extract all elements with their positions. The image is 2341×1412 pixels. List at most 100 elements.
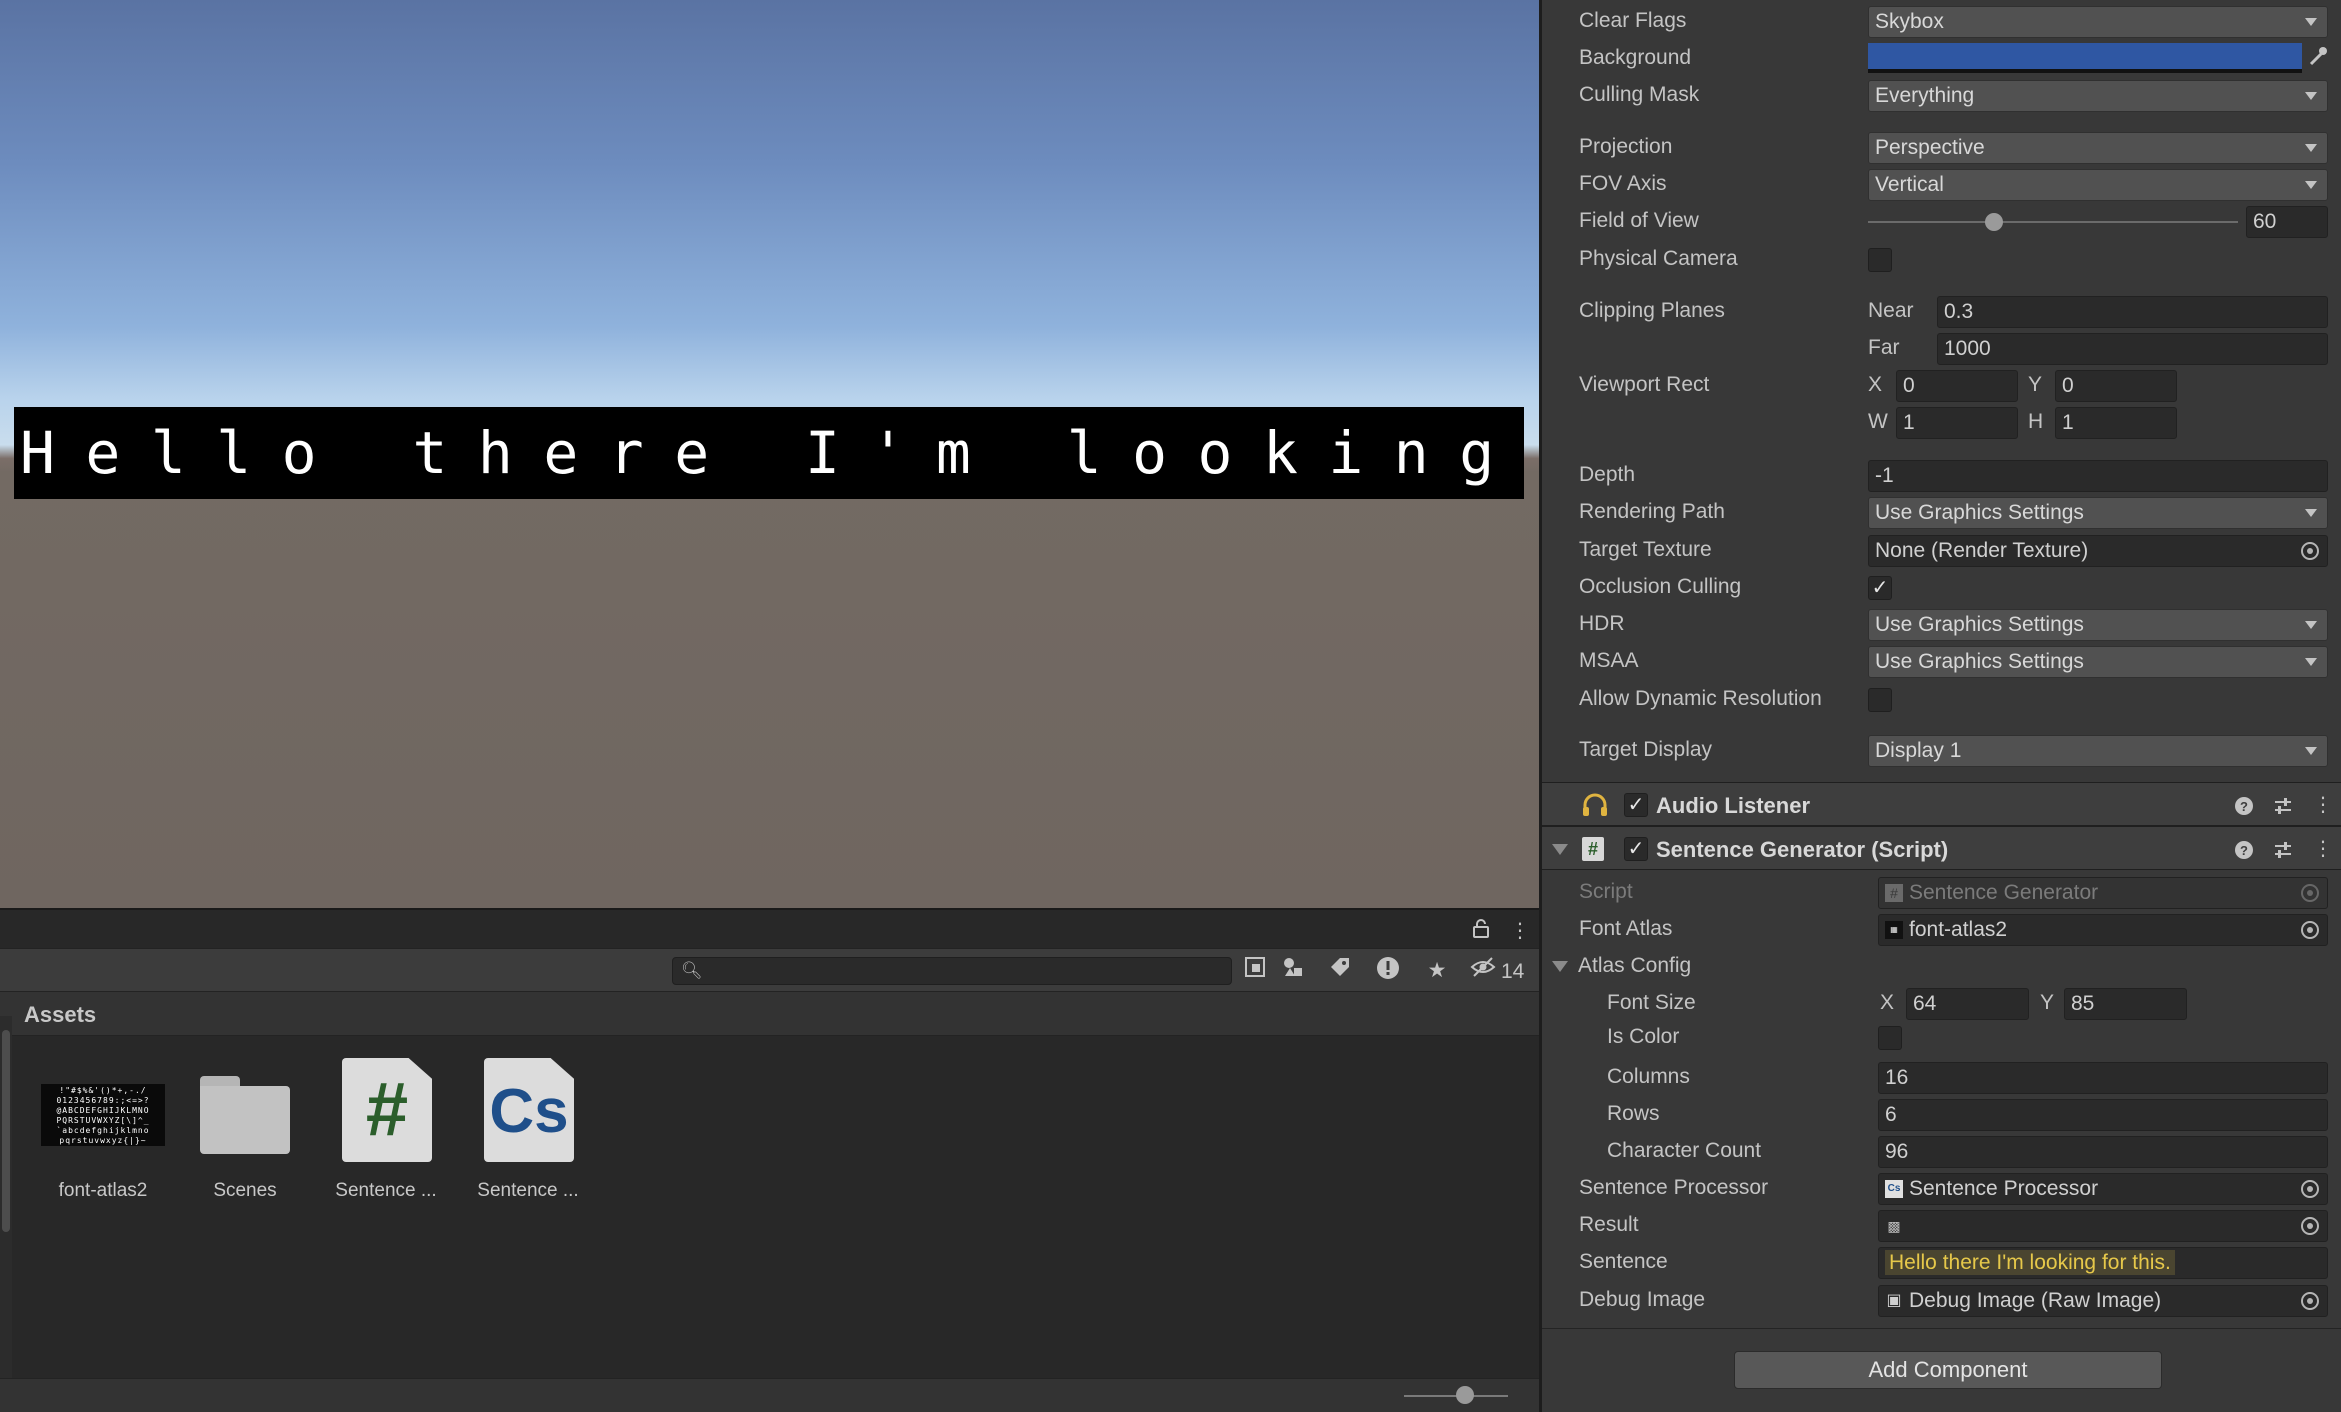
sentence-input[interactable]: Hello there I'm looking for this. [1878,1247,2328,1279]
viewport-x-input[interactable]: 0 [1896,370,2018,402]
search-input[interactable]: 🔍︎ [672,957,1232,985]
add-component-button[interactable]: Add Component [1734,1351,2162,1389]
object-picker-icon[interactable] [2301,921,2319,939]
help-icon[interactable]: ? [2234,838,2260,860]
kebab-menu-icon[interactable]: ⋮ [2313,838,2333,860]
scrollbar[interactable] [0,1016,12,1412]
far-input[interactable]: 1000 [1937,333,2328,365]
zoom-slider-knob[interactable] [1456,1386,1474,1404]
asset-scenes-folder[interactable]: Scenes [180,1058,310,1202]
columns-input[interactable]: 16 [1878,1062,2328,1094]
rows-input[interactable]: 6 [1878,1099,2328,1131]
projection-dropdown[interactable]: Perspective [1868,132,2328,164]
clipping-planes-label: Clipping Planes [1579,299,1725,322]
asset-font-atlas2[interactable]: !"#$%&'()*+,-./ 0123456789:;<=>? @ABCDEF… [38,1058,168,1202]
project-bottom-bar [0,1378,1539,1412]
viewport-h-input[interactable]: 1 [2055,407,2177,439]
game-view[interactable]: Hello there I'm looking for this. [0,0,1539,908]
msaa-dropdown[interactable]: Use Graphics Settings [1868,646,2328,678]
component-header-icons: ? ⋮ [2220,792,2333,817]
dropdown-value: Skybox [1875,10,1944,33]
fov-slider-track[interactable] [1868,221,2238,223]
help-icon[interactable]: ? [2234,794,2260,816]
target-display-dropdown[interactable]: Display 1 [1868,735,2328,767]
is-color-label: Is Color [1607,1025,1680,1048]
character-count-input[interactable]: 96 [1878,1136,2328,1168]
svg-text:?: ? [2240,843,2248,858]
sentence-processor-field[interactable]: Cs Sentence Processor [1878,1173,2328,1205]
raw-image-icon: ▣ [1886,1292,1902,1309]
presets-icon[interactable] [2273,838,2299,860]
sentence-processor-label: Sentence Processor [1579,1176,1769,1199]
hdr-row: HDR Use Graphics Settings [1542,605,2341,642]
rows-row: Rows 6 [1542,1095,2341,1132]
foldout-arrow-icon[interactable] [1552,844,1568,855]
rendering-path-label: Rendering Path [1579,500,1725,523]
filter-by-type-icon[interactable] [1275,956,1311,986]
script-field: # Sentence Generator [1878,877,2328,909]
occlusion-culling-checkbox[interactable]: ✓ [1868,576,1892,600]
target-texture-field[interactable]: None (Render Texture) [1868,535,2328,567]
asset-name: Sentence ... [477,1180,579,1201]
asset-sentence-script-2[interactable]: Cs Sentence ... [463,1058,593,1202]
audio-listener-enabled-checkbox[interactable]: ✓ [1624,793,1648,817]
asset-sentence-script-1[interactable]: # Sentence ... [321,1058,451,1202]
sentence-row: Sentence Hello there I'm looking for thi… [1542,1243,2341,1280]
scrollbar-thumb[interactable] [2,1030,10,1232]
font-atlas-field[interactable]: ▦ font-atlas2 [1878,914,2328,946]
sentence-generator-enabled-checkbox[interactable]: ✓ [1624,837,1648,861]
presets-icon[interactable] [2273,794,2299,816]
fov-axis-dropdown[interactable]: Vertical [1868,169,2328,201]
font-size-y-input[interactable]: 85 [2064,988,2187,1020]
viewport-y-input[interactable]: 0 [2055,370,2177,402]
atlas-config-row[interactable]: Atlas Config [1542,947,2341,984]
culling-mask-row: Culling Mask Everything [1542,76,2341,113]
viewport-rect-xy-row: Viewport Rect X 0 Y 0 [1542,366,2341,403]
sentence-label: Sentence [1579,1250,1668,1273]
is-color-checkbox[interactable] [1878,1026,1902,1050]
kebab-menu-icon[interactable]: ⋮ [2313,794,2333,816]
target-texture-row: Target Texture None (Render Texture) [1542,531,2341,568]
object-picker-icon[interactable] [2301,1292,2319,1310]
hdr-dropdown[interactable]: Use Graphics Settings [1868,609,2328,641]
font-size-row: Font Size X 64 Y 85 [1542,984,2341,1021]
lock-icon[interactable] [1472,918,1490,944]
texture-icon: ▦ [1885,921,1903,939]
object-picker-icon[interactable] [2301,1217,2319,1235]
chevron-down-icon [2305,144,2317,152]
result-label: Result [1579,1213,1639,1236]
object-picker-icon[interactable] [2301,542,2319,560]
culling-mask-dropdown[interactable]: Everything [1868,80,2328,112]
object-picker-icon[interactable] [2301,1180,2319,1198]
background-color-swatch[interactable] [1868,43,2302,73]
allow-dynamic-resolution-checkbox[interactable] [1868,688,1892,712]
foldout-arrow-icon[interactable] [1552,961,1568,972]
breadcrumb[interactable]: Assets [24,1002,96,1028]
audio-listener-header[interactable]: ✓ Audio Listener ? ⋮ [1542,782,2341,826]
debug-image-field[interactable]: ▣ Debug Image (Raw Image) [1878,1285,2328,1317]
chevron-down-icon [2305,747,2317,755]
asset-name: font-atlas2 [58,1180,148,1201]
folder-icon [197,1058,293,1164]
warning-icon[interactable] [1370,956,1406,986]
eyedropper-icon[interactable] [2308,45,2328,72]
near-input[interactable]: 0.3 [1937,296,2328,328]
depth-input[interactable]: -1 [1868,460,2328,492]
search-by-type-icon[interactable] [1237,956,1273,986]
field-of-view-input[interactable]: 60 [2246,206,2328,238]
favorite-star-icon[interactable]: ★ [1419,956,1455,986]
result-field[interactable]: ▩ [1878,1210,2328,1242]
hidden-packages-icon[interactable] [1465,956,1501,986]
script-row: Script # Sentence Generator [1542,873,2341,910]
label-tag-icon[interactable] [1322,956,1358,986]
kebab-menu-icon[interactable]: ⋮ [1510,918,1530,943]
component-header-icons: ? ⋮ [2220,836,2333,861]
font-size-x-input[interactable]: 64 [1906,988,2029,1020]
fov-slider-knob[interactable] [1984,213,2003,231]
debug-image-label: Debug Image [1579,1288,1706,1311]
rendering-path-dropdown[interactable]: Use Graphics Settings [1868,497,2328,529]
physical-camera-checkbox[interactable] [1868,248,1892,272]
sentence-generator-header[interactable]: # ✓ Sentence Generator (Script) ? ⋮ [1542,826,2341,870]
clear-flags-dropdown[interactable]: Skybox [1868,6,2328,38]
viewport-w-input[interactable]: 1 [1896,407,2018,439]
